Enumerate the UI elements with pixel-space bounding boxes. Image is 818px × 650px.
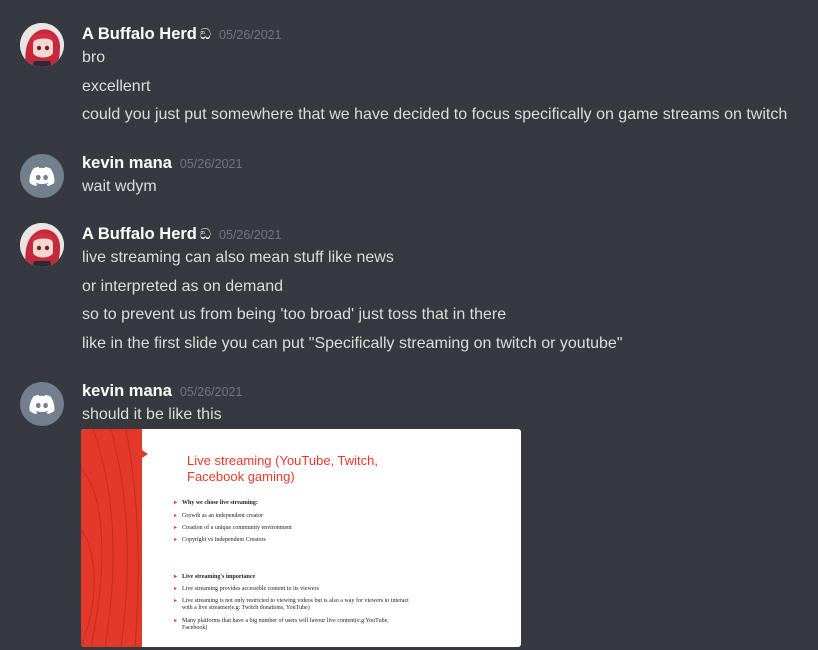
user-avatar[interactable] — [20, 23, 64, 67]
anime-avatar-icon — [20, 23, 64, 67]
timestamp[interactable]: 05/26/2021 — [219, 28, 282, 42]
message-header: A Buffalo Herd ඞ 05/26/2021 — [82, 23, 282, 45]
timestamp[interactable]: 05/26/2021 — [180, 385, 243, 399]
slide-bullet: Why we chose live streaming: — [174, 500, 258, 507]
name-glyph: ඞ — [199, 226, 212, 243]
discord-logo-icon — [29, 394, 55, 415]
message-line: like in the first slide you can put "Spe… — [82, 335, 623, 352]
message-line: live streaming can also mean stuff like … — [82, 249, 394, 266]
image-attachment[interactable]: Live streaming (YouTube, Twitch, Faceboo… — [81, 429, 521, 647]
message-line: could you just put somewhere that we hav… — [82, 106, 788, 123]
slide-bullet: Live streaming provides accessible conte… — [174, 586, 319, 593]
timestamp[interactable]: 05/26/2021 — [219, 228, 282, 242]
username[interactable]: A Buffalo Herd — [82, 25, 197, 43]
discord-logo-icon — [29, 166, 55, 187]
message-header: A Buffalo Herd ඞ 05/26/2021 — [82, 223, 282, 245]
username[interactable]: kevin mana — [82, 382, 172, 400]
message-header: kevin mana 05/26/2021 — [82, 380, 242, 402]
user-avatar[interactable] — [20, 223, 64, 267]
user-avatar[interactable] — [20, 154, 64, 198]
slide-accent-band — [81, 429, 142, 647]
slide-wave-decoration — [81, 429, 139, 647]
anime-avatar-icon — [20, 223, 64, 267]
name-glyph: ඞ — [199, 26, 212, 43]
message-header: kevin mana 05/26/2021 — [82, 152, 242, 174]
message-line: wait wdym — [82, 178, 157, 195]
slide-bullet: Copyright vs independent Creators — [174, 537, 266, 544]
message-line: bro — [82, 49, 106, 66]
message-line: so to prevent us from being 'too broad' … — [82, 306, 507, 323]
message-line: should it be like this — [82, 406, 222, 423]
slide-bullet: Many platforms that have a big number of… — [174, 618, 412, 632]
slide-bullet: Creation of a unique community environme… — [174, 525, 292, 532]
user-avatar[interactable] — [20, 382, 64, 426]
slide-marker-icon — [142, 450, 148, 458]
slide-title: Live streaming (YouTube, Twitch, Faceboo… — [187, 453, 379, 484]
slide-bullet: Live streaming's importance — [174, 574, 255, 581]
timestamp[interactable]: 05/26/2021 — [180, 157, 243, 171]
slide-bullet: Live streaming is not only restricted to… — [174, 598, 412, 612]
username[interactable]: A Buffalo Herd — [82, 225, 197, 243]
slide-bullet: Growth as an independent creator — [174, 513, 263, 520]
message-line: or interpreted as on demand — [82, 278, 284, 295]
username[interactable]: kevin mana — [82, 154, 172, 172]
message-line: excellenrt — [82, 78, 151, 95]
